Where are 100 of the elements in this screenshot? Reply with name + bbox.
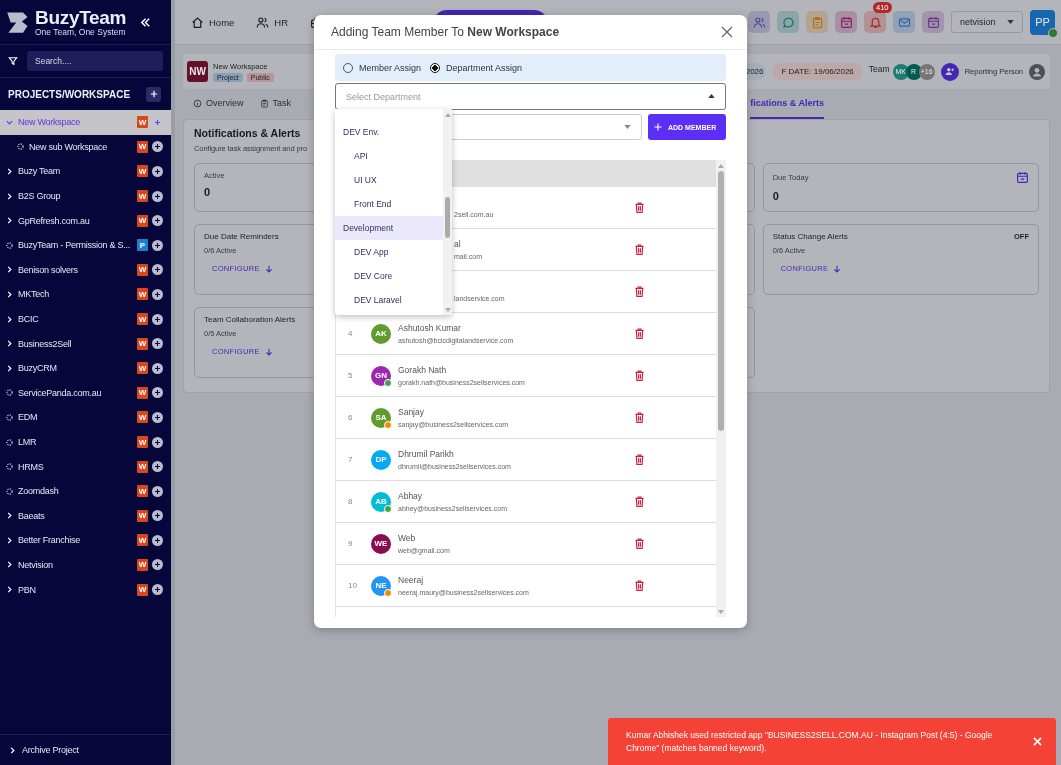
sidebar-item[interactable]: B2S Group xyxy=(0,183,137,209)
person-icon[interactable] xyxy=(1029,63,1045,80)
info-icon xyxy=(193,98,202,108)
add-button[interactable] xyxy=(152,141,163,153)
trash-icon[interactable] xyxy=(635,496,644,507)
department-select[interactable]: Select Department xyxy=(335,83,726,110)
trash-icon[interactable] xyxy=(635,454,644,465)
add-button[interactable] xyxy=(152,166,163,177)
scrollbar[interactable] xyxy=(443,109,452,315)
scrollbar[interactable] xyxy=(716,160,726,617)
trash-icon[interactable] xyxy=(635,370,644,381)
sidebar-item[interactable]: Benison solvers xyxy=(0,257,137,283)
trash-icon[interactable] xyxy=(635,328,644,339)
add-button[interactable] xyxy=(152,584,163,596)
add-button[interactable] xyxy=(152,387,163,399)
dropdown-option[interactable]: DEV Core xyxy=(335,264,443,288)
member-name: Web xyxy=(398,533,416,543)
arrow-down-icon xyxy=(264,347,273,356)
sidebar-item[interactable]: New Workspace xyxy=(0,110,137,135)
add-button[interactable] xyxy=(152,461,163,473)
dropdown-option[interactable]: Development xyxy=(335,216,443,240)
filter-icon[interactable] xyxy=(8,56,18,66)
sidebar-item[interactable]: GpRefresh.com.au xyxy=(0,208,137,233)
section-title: PROJECTS/WORKSPACE xyxy=(8,88,131,100)
plus-icon xyxy=(654,123,662,131)
sidebar-item[interactable]: Buzy Team xyxy=(0,159,137,184)
sidebar-item[interactable]: Netvision xyxy=(0,552,137,578)
sidebar-item[interactable]: BuzyTeam - Permission & S... xyxy=(0,232,137,258)
workspace-badge: W xyxy=(137,313,148,326)
member-avatar: WE xyxy=(371,533,391,554)
dropdown-option[interactable]: DEV Laravel xyxy=(335,288,443,312)
workspace-select[interactable]: netvision xyxy=(951,11,1023,33)
dotted-circle-icon xyxy=(6,438,13,446)
trash-icon[interactable] xyxy=(635,538,644,549)
add-button[interactable] xyxy=(152,264,163,276)
nav-link[interactable]: HR xyxy=(256,15,289,29)
dropdown-option[interactable]: DEV App xyxy=(335,240,443,264)
sidebar-item[interactable]: New sub Workspace xyxy=(0,134,137,160)
add-button[interactable] xyxy=(152,288,163,300)
add-button[interactable] xyxy=(152,362,163,374)
user-avatar[interactable]: PP xyxy=(1030,9,1055,35)
member-name: Ashutosh Kumar xyxy=(398,323,461,333)
trash-icon[interactable] xyxy=(635,244,644,255)
collapse-icon[interactable] xyxy=(140,16,151,28)
sidebar-item[interactable]: BCIC xyxy=(0,306,137,332)
add-member-button[interactable] xyxy=(940,62,959,81)
sidebar-item[interactable]: EDM xyxy=(0,405,137,430)
member-avatar: GN xyxy=(371,365,391,386)
sidebar-item[interactable]: Zoomdash xyxy=(0,478,137,504)
add-button[interactable] xyxy=(152,239,163,251)
chevron-right-icon xyxy=(6,290,13,298)
add-button[interactable] xyxy=(152,215,163,227)
dropdown-option[interactable]: DEV Env. xyxy=(335,120,443,144)
trash-icon[interactable] xyxy=(635,202,644,213)
sidebar-item[interactable]: BuzyCRM xyxy=(0,355,137,381)
chevron-right-icon xyxy=(6,536,13,544)
scrollbar[interactable] xyxy=(171,0,175,765)
sidebar-item[interactable]: Business2Sell xyxy=(0,331,137,356)
plus-icon xyxy=(154,536,161,544)
add-button[interactable] xyxy=(152,559,163,571)
chevron-down-icon xyxy=(6,118,13,126)
chevron-right-icon xyxy=(6,192,13,200)
sidebar-item[interactable]: HRMS xyxy=(0,454,137,479)
sidebar-item[interactable]: Better Franchise xyxy=(0,528,137,553)
add-button[interactable] xyxy=(152,485,163,497)
close-icon[interactable] xyxy=(721,26,733,38)
trash-icon[interactable] xyxy=(635,580,644,591)
workspace-badge: W xyxy=(137,362,148,375)
tab[interactable]: Task xyxy=(259,89,292,119)
add-button[interactable] xyxy=(146,86,161,102)
sidebar-item[interactable]: LMR xyxy=(0,429,137,455)
dropdown-option[interactable]: API xyxy=(335,144,443,168)
workspace-badge: W xyxy=(137,460,148,473)
logo-title: BuzyTeam xyxy=(35,7,127,27)
sidebar-item[interactable]: Baeats xyxy=(0,503,137,529)
tab[interactable]: Overview xyxy=(193,89,244,119)
sidebar-item[interactable]: MKTech xyxy=(0,282,137,307)
caret-icon xyxy=(708,94,715,98)
add-button[interactable] xyxy=(152,190,163,202)
search-field[interactable]: Search.... xyxy=(27,51,163,71)
add-button[interactable] xyxy=(152,534,163,546)
trash-icon[interactable] xyxy=(635,412,644,423)
add-button[interactable] xyxy=(152,313,163,325)
nav-link[interactable]: Home xyxy=(191,15,235,29)
sidebar-item[interactable]: PBN xyxy=(0,577,137,602)
add-button[interactable] xyxy=(152,436,163,448)
radio-option[interactable]: Member Assign xyxy=(343,62,422,73)
workspace-badge: W xyxy=(137,411,148,424)
chevron-right-icon xyxy=(6,266,13,274)
dropdown-option[interactable]: Front End xyxy=(335,192,443,216)
plus-icon xyxy=(154,241,161,249)
dropdown-option[interactable]: UI UX xyxy=(335,168,443,192)
add-button[interactable] xyxy=(152,510,163,522)
alert-title: Due Date Reminders xyxy=(204,232,279,241)
add-button[interactable] xyxy=(152,338,163,350)
trash-icon[interactable] xyxy=(635,286,644,297)
sidebar-item[interactable]: ServicePanda.com.au xyxy=(0,380,137,406)
add-button[interactable] xyxy=(152,411,163,423)
radio-option[interactable]: Department Assign xyxy=(430,62,523,73)
workspace-badge: W xyxy=(137,386,148,399)
